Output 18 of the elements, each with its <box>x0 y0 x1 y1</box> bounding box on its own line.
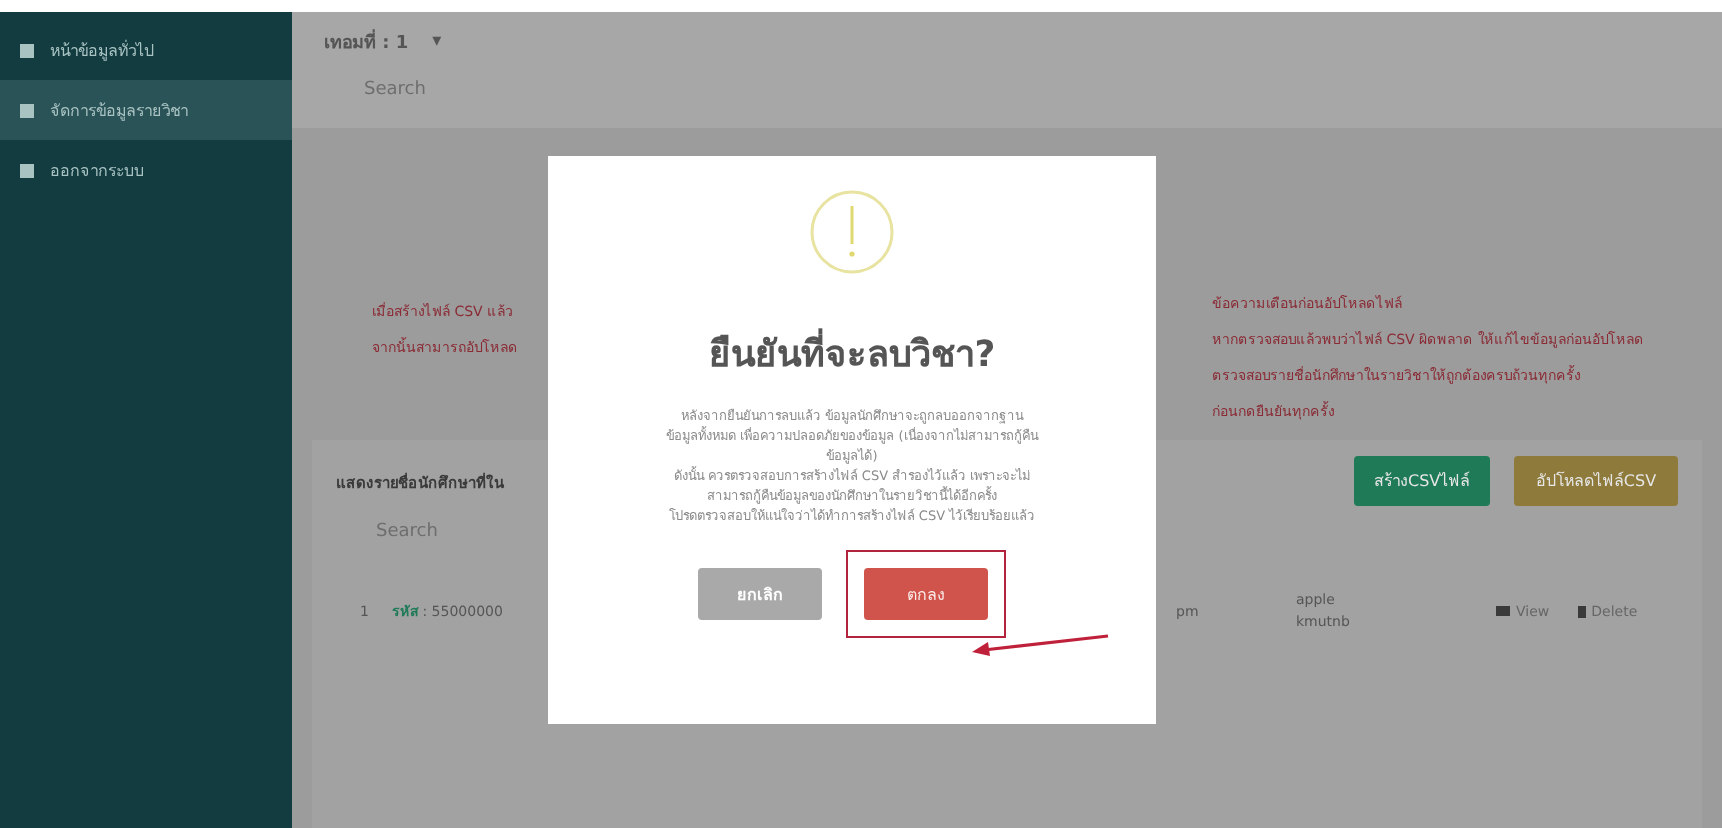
dialog-title: ยืนยันที่จะลบวิชา? <box>708 324 996 382</box>
search-field[interactable]: Search <box>324 76 804 104</box>
folder-icon <box>1496 606 1510 616</box>
confirm-button[interactable]: ตกลง <box>864 568 988 621</box>
term-label: เทอมที่ : 1 <box>324 28 409 56</box>
caret-icon[interactable]: ▾ <box>432 32 442 52</box>
trash-icon <box>1577 605 1586 617</box>
grid-icon <box>20 43 34 57</box>
sidebar-item[interactable]: ออกจากระบบ <box>0 140 292 200</box>
sidebar-item[interactable]: หน้าข้อมูลทั่วไป <box>0 20 292 80</box>
grid-icon <box>20 103 34 117</box>
pointer-arrow <box>968 630 1112 658</box>
action-button[interactable]: สร้างCSVไฟล์ <box>1354 456 1490 506</box>
grid-icon <box>20 163 34 177</box>
action-button[interactable]: อัปโหลดไฟล์CSV <box>1514 456 1678 506</box>
sidebar-item[interactable]: จัดการข้อมูลรายวิชา <box>0 80 292 140</box>
warning-icon <box>808 188 896 276</box>
cancel-button[interactable]: ยกเลิก <box>698 568 822 621</box>
